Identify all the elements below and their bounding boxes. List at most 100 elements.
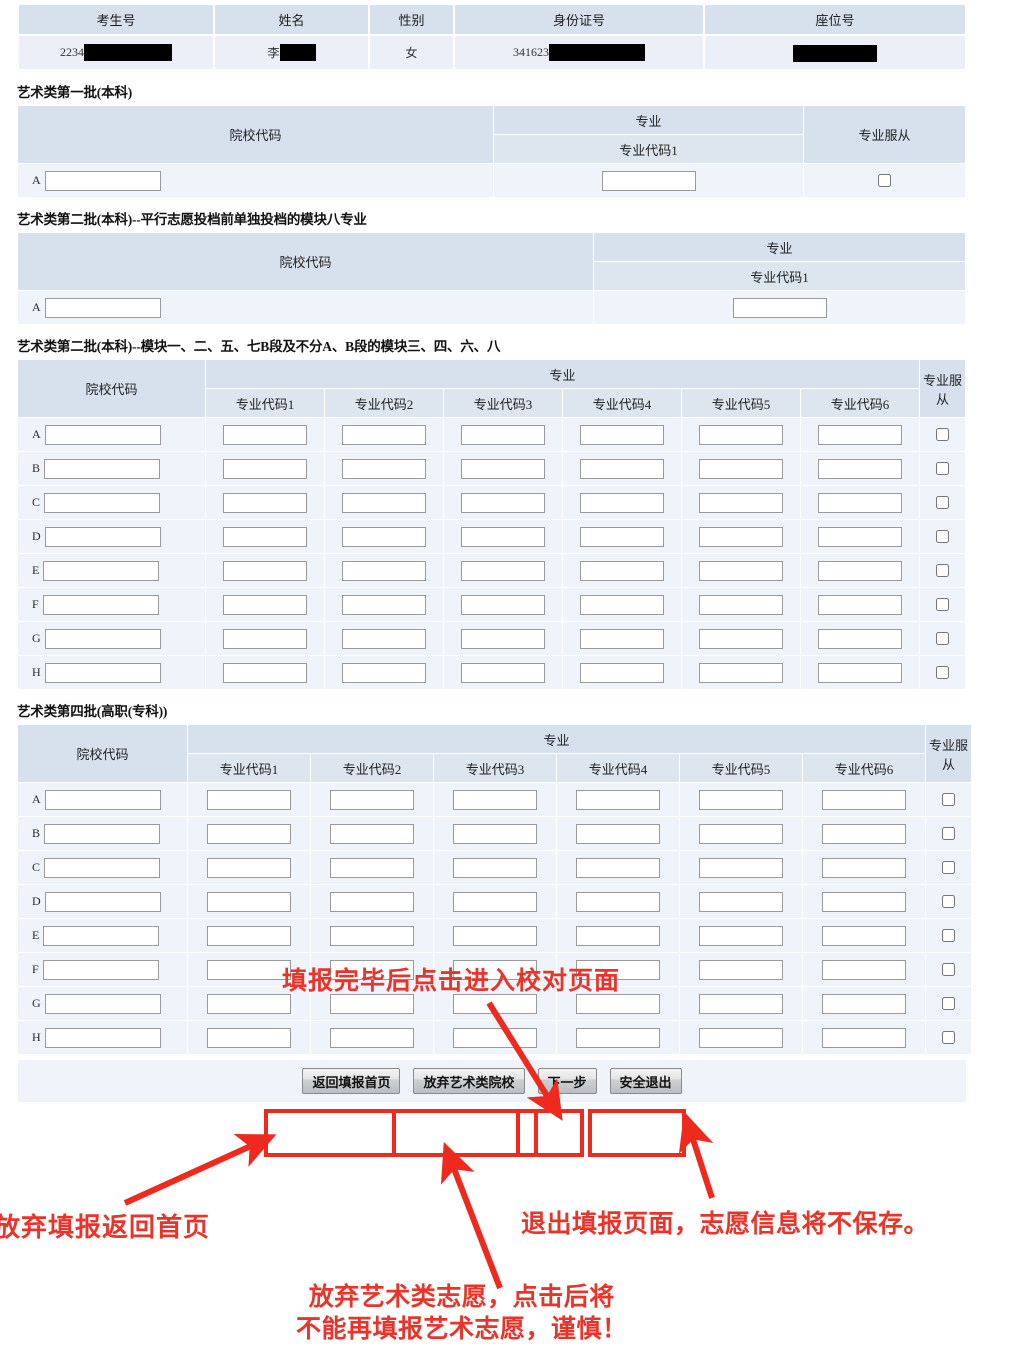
major-code-input[interactable] [822, 857, 906, 878]
major-code-input[interactable] [330, 925, 414, 946]
school-code-input[interactable] [44, 662, 161, 683]
major-code-input[interactable] [732, 297, 827, 318]
major-code-input[interactable] [453, 1027, 537, 1048]
major-code-input[interactable] [699, 959, 783, 980]
major-code-input[interactable] [330, 857, 414, 878]
major-code-input[interactable] [342, 526, 426, 547]
major-code-input[interactable] [207, 891, 291, 912]
major-obey-checkbox[interactable] [936, 496, 950, 509]
major-code-input[interactable] [207, 789, 291, 810]
next-step-button[interactable]: 下一步 [537, 1068, 597, 1094]
major-code-input[interactable] [223, 424, 307, 445]
major-code-input[interactable] [207, 925, 291, 946]
major-code-input[interactable] [223, 628, 307, 649]
major-obey-checkbox[interactable] [936, 428, 950, 441]
major-code-input[interactable] [342, 560, 426, 581]
major-code-input[interactable] [342, 424, 426, 445]
major-obey-checkbox[interactable] [942, 895, 956, 908]
major-code-input[interactable] [576, 891, 660, 912]
major-code-input[interactable] [453, 857, 537, 878]
major-code-input[interactable] [822, 959, 906, 980]
major-code-input[interactable] [576, 789, 660, 810]
major-code-input[interactable] [699, 526, 783, 547]
major-obey-checkbox[interactable] [936, 530, 950, 543]
major-code-input[interactable] [461, 458, 545, 479]
major-code-input[interactable] [822, 993, 906, 1014]
major-code-input[interactable] [580, 492, 664, 513]
school-code-input[interactable] [44, 458, 161, 479]
major-code-input[interactable] [207, 959, 291, 980]
major-code-input[interactable] [822, 925, 906, 946]
major-code-input[interactable] [461, 594, 545, 615]
major-code-input[interactable] [330, 959, 414, 980]
major-code-input[interactable] [580, 526, 664, 547]
major-obey-checkbox[interactable] [942, 997, 956, 1010]
school-code-input[interactable] [43, 925, 160, 946]
major-obey-checkbox[interactable] [936, 598, 950, 611]
major-code-input[interactable] [461, 560, 545, 581]
major-code-input[interactable] [699, 857, 783, 878]
school-code-input[interactable] [42, 594, 159, 615]
major-code-input[interactable] [580, 628, 664, 649]
school-code-input[interactable] [44, 857, 161, 878]
major-code-input[interactable] [818, 628, 902, 649]
major-code-input[interactable] [699, 789, 783, 810]
major-code-input[interactable] [461, 424, 545, 445]
major-code-input[interactable] [453, 959, 537, 980]
safe-exit-button[interactable]: 安全退出 [609, 1068, 682, 1094]
major-code-input[interactable] [580, 560, 664, 581]
major-obey-checkbox[interactable] [942, 861, 956, 874]
major-code-input[interactable] [453, 823, 537, 844]
major-code-input[interactable] [822, 789, 906, 810]
school-code-input[interactable] [42, 959, 159, 980]
major-code-input[interactable] [207, 857, 291, 878]
major-code-input[interactable] [223, 560, 307, 581]
major-code-input[interactable] [580, 424, 664, 445]
major-obey-checkbox[interactable] [936, 666, 950, 679]
school-code-input[interactable] [44, 823, 161, 844]
major-code-input[interactable] [818, 424, 902, 445]
major-code-input[interactable] [461, 526, 545, 547]
major-code-input[interactable] [576, 925, 660, 946]
major-code-input[interactable] [576, 993, 660, 1014]
major-code-input[interactable] [330, 823, 414, 844]
school-code-input[interactable] [44, 297, 161, 318]
major-code-input[interactable] [699, 1027, 783, 1048]
major-code-input[interactable] [822, 891, 906, 912]
major-code-input[interactable] [330, 789, 414, 810]
major-code-input[interactable] [223, 458, 307, 479]
major-code-input[interactable] [818, 662, 902, 683]
major-code-input[interactable] [601, 170, 696, 191]
major-code-input[interactable] [461, 662, 545, 683]
major-code-input[interactable] [330, 993, 414, 1014]
major-code-input[interactable] [576, 823, 660, 844]
major-code-input[interactable] [453, 925, 537, 946]
school-code-input[interactable] [44, 1027, 161, 1048]
major-code-input[interactable] [818, 458, 902, 479]
school-code-input[interactable] [44, 170, 161, 191]
major-obey-checkbox[interactable] [942, 827, 956, 840]
give-up-art-button[interactable]: 放弃艺术类院校 [413, 1068, 525, 1094]
major-code-input[interactable] [699, 560, 783, 581]
school-code-input[interactable] [44, 492, 161, 513]
major-code-input[interactable] [818, 526, 902, 547]
school-code-input[interactable] [44, 993, 161, 1014]
major-code-input[interactable] [207, 993, 291, 1014]
major-code-input[interactable] [580, 594, 664, 615]
major-code-input[interactable] [461, 492, 545, 513]
major-code-input[interactable] [223, 492, 307, 513]
major-code-input[interactable] [818, 560, 902, 581]
major-code-input[interactable] [699, 458, 783, 479]
major-code-input[interactable] [342, 662, 426, 683]
school-code-input[interactable] [44, 628, 161, 649]
major-obey-checkbox[interactable] [942, 1031, 956, 1044]
major-code-input[interactable] [699, 424, 783, 445]
major-code-input[interactable] [330, 1027, 414, 1048]
major-obey-checkbox[interactable] [878, 174, 891, 187]
major-code-input[interactable] [699, 492, 783, 513]
major-code-input[interactable] [453, 993, 537, 1014]
school-code-input[interactable] [44, 526, 161, 547]
major-code-input[interactable] [461, 628, 545, 649]
major-code-input[interactable] [699, 662, 783, 683]
major-code-input[interactable] [822, 823, 906, 844]
